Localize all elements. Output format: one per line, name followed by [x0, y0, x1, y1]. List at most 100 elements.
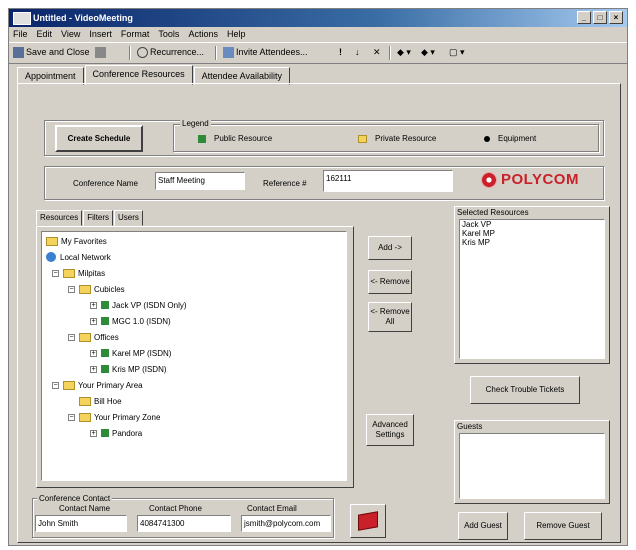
guests-list[interactable]	[459, 433, 605, 499]
tab-resources[interactable]: Resources	[36, 210, 83, 226]
guests-title: Guests	[457, 422, 483, 431]
exclamation-icon: !	[339, 47, 342, 57]
menu-view[interactable]: View	[61, 27, 80, 41]
tab-filters[interactable]: Filters	[83, 210, 114, 226]
help-button[interactable]: ▢ ▾	[449, 45, 465, 60]
public-resource-icon	[101, 349, 109, 357]
polycom-logo: POLYCOM	[481, 171, 579, 188]
importance-low-button[interactable]: ↓	[355, 45, 360, 60]
network-icon	[46, 252, 56, 262]
collapse-icon[interactable]: −	[52, 269, 59, 277]
list-item[interactable]: Kris MP	[460, 238, 604, 247]
contact-email-input[interactable]: jsmith@polycom.com	[241, 515, 331, 532]
private-resource-icon	[358, 134, 367, 143]
tree-item[interactable]: My Favorites	[46, 234, 107, 248]
contact-phone-input[interactable]: 4084741300	[137, 515, 231, 532]
print-button[interactable]	[95, 45, 108, 60]
resource-tree[interactable]: My Favorites Local Network − Milpitas − Cu…	[41, 231, 347, 481]
tree-item[interactable]: + Kris MP (ISDN)	[90, 362, 167, 376]
list-item[interactable]: Karel MP	[460, 229, 604, 238]
tree-item[interactable]: + Karel MP (ISDN)	[90, 346, 171, 360]
menu-format[interactable]: Format	[121, 27, 150, 41]
close-button[interactable]: ×	[609, 11, 623, 24]
address-book-button[interactable]	[350, 504, 386, 538]
delete-icon: ✕	[373, 47, 381, 57]
folder-icon	[79, 284, 91, 294]
menu-insert[interactable]: Insert	[89, 27, 112, 41]
collapse-icon[interactable]: −	[52, 381, 59, 389]
window-controls: _ □ ×	[577, 11, 623, 24]
tree-item[interactable]: − Milpitas	[52, 266, 105, 280]
folder-icon	[79, 332, 91, 342]
address-book-icon	[358, 511, 378, 531]
expand-icon[interactable]: +	[90, 349, 97, 357]
importance-high-button[interactable]: !	[339, 45, 342, 60]
add-resource-button[interactable]: Add ->	[368, 236, 412, 260]
tree-item[interactable]: + MGC 1.0 (ISDN)	[90, 314, 171, 328]
tree-item[interactable]: − Offices	[68, 330, 119, 344]
tree-item[interactable]: Local Network	[46, 250, 111, 264]
invite-attendees-button[interactable]: Invite Attendees...	[223, 45, 308, 60]
collapse-icon[interactable]: −	[68, 333, 75, 341]
remove-guest-button[interactable]: Remove Guest	[524, 512, 602, 540]
previous-item-button[interactable]: ◆ ▾	[397, 45, 411, 60]
conference-contact-title: Conference Contact	[37, 494, 113, 503]
conference-info-group: Conference Name Staff Meeting Reference …	[44, 166, 604, 200]
contact-name-input[interactable]: John Smith	[35, 515, 127, 532]
legend-public-resource: Public Resource	[198, 134, 272, 143]
expand-icon[interactable]: +	[90, 317, 97, 325]
legend-private-resource: Private Resource	[358, 134, 436, 143]
toolbar-separator	[389, 46, 391, 60]
save-close-button[interactable]: Save and Close	[13, 45, 90, 60]
tree-item[interactable]: + Pandora	[90, 426, 142, 440]
remove-resource-button[interactable]: <- Remove	[368, 270, 412, 294]
minimize-button[interactable]: _	[577, 11, 591, 24]
next-item-button[interactable]: ◆ ▾	[421, 45, 435, 60]
tree-item[interactable]: Bill Hoe	[79, 394, 122, 408]
application-window: Untitled - VideoMeeting _ □ × File Edit …	[8, 8, 628, 546]
expand-icon[interactable]: +	[90, 429, 97, 437]
arrow-left-icon: ◆ ▾	[397, 47, 411, 57]
create-schedule-button[interactable]: Create Schedule	[55, 125, 143, 152]
delete-button[interactable]: ✕	[373, 45, 381, 60]
conference-name-label: Conference Name	[73, 179, 138, 188]
menu-help[interactable]: Help	[227, 27, 246, 41]
list-item[interactable]: Jack VP	[460, 220, 604, 229]
menu-file[interactable]: File	[13, 27, 28, 41]
add-guest-button[interactable]: Add Guest	[458, 512, 508, 540]
menu-edit[interactable]: Edit	[37, 27, 53, 41]
collapse-icon[interactable]: −	[68, 413, 75, 421]
tree-item[interactable]: + Jack VP (ISDN Only)	[90, 298, 187, 312]
window-title: Untitled - VideoMeeting	[33, 13, 133, 23]
toolbar-separator	[215, 46, 217, 60]
attendees-icon	[223, 47, 234, 59]
schedule-legend-group: Create Schedule Legend Public Resource P…	[44, 119, 604, 156]
tree-item[interactable]: − Your Primary Area	[52, 378, 143, 392]
conference-name-input[interactable]: Staff Meeting	[155, 172, 245, 190]
tab-conference-resources[interactable]: Conference Resources	[84, 65, 193, 85]
menu-actions[interactable]: Actions	[188, 27, 218, 41]
remove-all-resources-button[interactable]: <- Remove All	[368, 302, 412, 332]
expand-icon[interactable]: +	[90, 365, 97, 373]
public-resource-icon	[198, 134, 206, 143]
menu-tools[interactable]: Tools	[158, 27, 179, 41]
contact-phone-label: Contact Phone	[149, 504, 202, 513]
tab-users[interactable]: Users	[114, 210, 143, 226]
polycom-logo-icon	[481, 171, 497, 188]
tree-item[interactable]: − Your Primary Zone	[68, 410, 160, 424]
advanced-settings-button[interactable]: Advanced Settings	[366, 414, 414, 446]
recurrence-button[interactable]: Recurrence...	[137, 45, 204, 60]
maximize-button[interactable]: □	[593, 11, 607, 24]
folder-icon	[79, 412, 91, 422]
selected-resources-list[interactable]: Jack VP Karel MP Kris MP	[459, 219, 605, 359]
expand-icon[interactable]: +	[90, 301, 97, 309]
printer-icon	[95, 47, 106, 59]
public-resource-icon	[101, 317, 109, 325]
contact-name-label: Contact Name	[59, 504, 111, 513]
toolbar: Save and Close Recurrence... Invite Atte…	[9, 42, 627, 64]
collapse-icon[interactable]: −	[68, 285, 75, 293]
check-trouble-tickets-button[interactable]: Check Trouble Tickets	[470, 376, 580, 404]
legend-group: Legend Public Resource Private Resource …	[173, 119, 599, 152]
reference-number-input[interactable]: 162111	[323, 170, 453, 192]
tree-item[interactable]: − Cubicles	[68, 282, 125, 296]
